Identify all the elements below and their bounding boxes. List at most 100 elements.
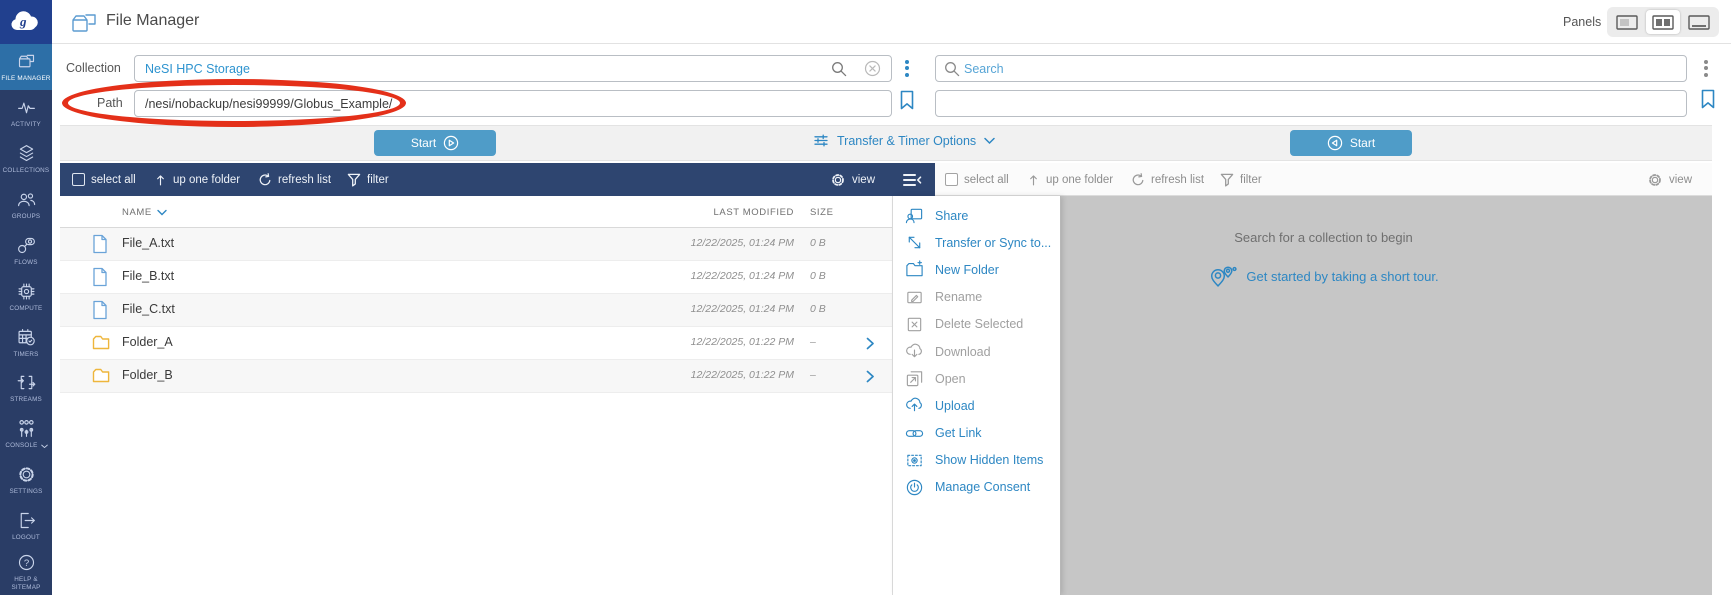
sidebar-item-help-sitemap[interactable]: ? HELP & SITEMAP (0, 549, 52, 595)
refresh-icon (1131, 173, 1145, 187)
folder-modified: 12/22/2025, 01:22 PM (691, 336, 794, 348)
table-row-file-a[interactable]: File_A.txt 12/22/2025, 01:24 PM 0 B (60, 228, 892, 261)
filter-button-right[interactable]: filter (1220, 163, 1262, 196)
collection-input[interactable] (134, 55, 892, 82)
collection-search-icon[interactable] (831, 61, 847, 77)
sidebar-item-console[interactable]: CONSOLE (0, 411, 52, 457)
menu-item-rename: Rename (893, 284, 1060, 311)
column-header-size[interactable]: SIZE (810, 196, 834, 228)
help-icon: ? (16, 552, 37, 573)
sidebar-item-collections[interactable]: COLLECTIONS (0, 136, 52, 182)
start-left-label: Start (411, 136, 436, 150)
view-button-right[interactable]: view (1647, 163, 1692, 196)
start-transfer-left-button[interactable]: Start (374, 130, 496, 156)
single-panel-icon (1616, 15, 1638, 30)
gear-icon (830, 172, 846, 188)
column-header-last-modified[interactable]: LAST MODIFIED (714, 196, 794, 228)
refresh-list-button-right[interactable]: refresh list (1131, 163, 1204, 196)
folder-name: Folder_B (122, 368, 173, 382)
search-options-menu-icon[interactable] (1700, 56, 1712, 80)
new-folder-icon (905, 260, 924, 279)
svg-text:g: g (19, 14, 27, 29)
sidebar-item-label: ACTIVITY (10, 121, 42, 129)
menu-item-show-hidden-items[interactable]: Show Hidden Items (893, 447, 1060, 474)
filter-icon (1220, 173, 1234, 187)
menu-item-delete-selected: Delete Selected (893, 311, 1060, 338)
file-manager-icon (16, 51, 37, 72)
panels-full-button[interactable] (1682, 10, 1716, 34)
gear-icon (1647, 172, 1663, 188)
panels-double-button[interactable] (1646, 10, 1680, 34)
select-all-button-right[interactable]: select all (945, 163, 1009, 196)
rename-icon (905, 288, 924, 307)
menu-item-share[interactable]: Share (893, 202, 1060, 229)
table-row-folder-b[interactable]: Folder_B 12/22/2025, 01:22 PM – (60, 360, 892, 393)
bookmark-icon-left[interactable] (899, 90, 915, 111)
up-one-folder-button-right[interactable]: up one folder (1027, 163, 1113, 196)
table-row-file-c[interactable]: File_C.txt 12/22/2025, 01:24 PM 0 B (60, 294, 892, 327)
select-all-label-right: select all (964, 174, 1009, 186)
collapse-menu-button[interactable] (903, 163, 922, 196)
menu-item-transfer-or-sync[interactable]: Transfer or Sync to... (893, 229, 1060, 256)
sidebar-item-file-manager[interactable]: FILE MANAGER (0, 44, 52, 90)
menu-item-manage-consent[interactable]: Manage Consent (893, 474, 1060, 501)
menu-item-upload[interactable]: Upload (893, 392, 1060, 419)
search-input[interactable] (935, 55, 1687, 82)
open-folder-chevron-icon[interactable] (866, 337, 875, 350)
select-all-button[interactable]: select all (72, 163, 136, 196)
collection-clear-icon[interactable] (864, 60, 881, 77)
select-all-checkbox[interactable] (72, 173, 85, 186)
link-icon (905, 424, 924, 443)
sidebar-item-flows[interactable]: FLOWS (0, 228, 52, 274)
sliders-icon (813, 133, 829, 148)
panels-single-button[interactable] (1610, 10, 1644, 34)
path-input-right[interactable] (935, 90, 1687, 117)
path-input[interactable] (134, 90, 892, 117)
select-all-checkbox-right[interactable] (945, 173, 958, 186)
sidebar-item-label: SETTINGS (8, 488, 43, 496)
right-panel-toolbar: select all up one folder refresh list fi… (935, 163, 1712, 196)
path-label: Path (97, 96, 123, 110)
globus-cloud-icon: g (9, 9, 43, 35)
globus-app: g FILE MANAGER ACTIVITY COLLECTIONS (0, 0, 1731, 595)
download-icon (905, 342, 924, 361)
sidebar-item-groups[interactable]: GROUPS (0, 182, 52, 228)
refresh-list-button[interactable]: refresh list (258, 163, 331, 196)
menu-item-get-link[interactable]: Get Link (893, 420, 1060, 447)
context-menu: Share Transfer or Sync to... New Folder … (893, 196, 1061, 595)
filter-label: filter (367, 174, 389, 186)
file-list: NAME LAST MODIFIED SIZE File_A.txt 12/22… (60, 196, 893, 595)
file-modified: 12/22/2025, 01:24 PM (691, 270, 794, 282)
sidebar-item-logout[interactable]: LOGOUT (0, 503, 52, 549)
sidebar-item-label: COMPUTE (9, 305, 44, 313)
collection-options-menu-icon[interactable] (901, 56, 913, 80)
transfer-timer-options[interactable]: Transfer & Timer Options (813, 133, 995, 148)
sidebar-item-activity[interactable]: ACTIVITY (0, 90, 52, 136)
sidebar-item-streams[interactable]: STREAMS (0, 365, 52, 411)
table-row-folder-a[interactable]: Folder_A 12/22/2025, 01:22 PM – (60, 327, 892, 360)
column-header-name[interactable]: NAME (122, 196, 167, 228)
file-icon (92, 267, 108, 287)
up-one-folder-label-right: up one folder (1046, 174, 1113, 186)
menu-item-new-folder[interactable]: New Folder (893, 256, 1060, 283)
view-label-left: view (852, 174, 875, 186)
filter-button[interactable]: filter (347, 163, 389, 196)
tour-link[interactable]: Get started by taking a short tour. (1246, 269, 1438, 284)
sidebar-item-settings[interactable]: SETTINGS (0, 457, 52, 503)
folder-icon (92, 335, 110, 350)
sidebar-item-compute[interactable]: COMPUTE (0, 274, 52, 320)
sidebar-item-timers[interactable]: TIMERS (0, 320, 52, 366)
transfer-sync-icon (905, 233, 924, 252)
play-left-icon (1327, 135, 1343, 151)
sidebar-item-label: FILE MANAGER (0, 75, 51, 83)
start-transfer-right-button[interactable]: Start (1290, 130, 1412, 156)
up-one-folder-button[interactable]: up one folder (154, 163, 240, 196)
view-button-left[interactable]: view (830, 163, 875, 196)
table-row-file-b[interactable]: File_B.txt 12/22/2025, 01:24 PM 0 B (60, 261, 892, 294)
menu-item-open: Open (893, 365, 1060, 392)
bookmark-icon-right[interactable] (1700, 89, 1716, 110)
globus-logo[interactable]: g (0, 0, 52, 44)
sidebar-item-label: LOGOUT (11, 534, 41, 542)
open-folder-chevron-icon[interactable] (866, 370, 875, 383)
file-name: File_C.txt (122, 302, 175, 316)
